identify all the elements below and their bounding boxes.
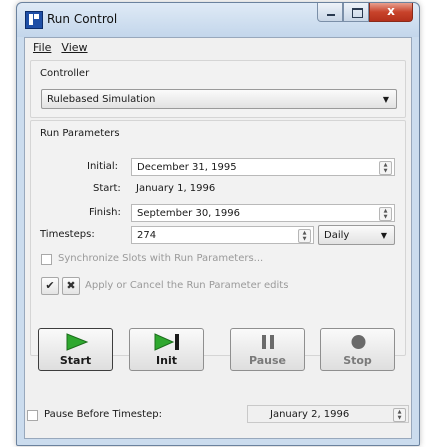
start-value: January 1, 1996: [136, 183, 216, 194]
maximize-button[interactable]: [343, 3, 369, 22]
run-parameters-group: Run Parameters Initial: December 31, 199…: [30, 120, 406, 356]
play-icon: [66, 333, 89, 351]
controller-label: Controller: [40, 68, 90, 79]
timestep-unit-select[interactable]: Daily ▼: [318, 225, 395, 245]
timesteps-spinner[interactable]: ▲ ▼: [298, 229, 311, 243]
cancel-edits-button[interactable]: ✖: [62, 277, 80, 295]
menu-view[interactable]: View: [57, 38, 93, 58]
start-button[interactable]: Start: [38, 328, 113, 371]
check-icon: ✔: [45, 279, 55, 292]
pause-before-checkbox[interactable]: [27, 410, 38, 421]
minimize-button[interactable]: [317, 3, 343, 22]
sync-slots-label: Synchronize Slots with Run Parameters...: [58, 253, 264, 264]
timesteps-label: Timesteps:: [40, 229, 95, 240]
caption-buttons: x: [317, 3, 413, 23]
app-icon: [25, 11, 43, 29]
pause-button[interactable]: Pause: [230, 328, 305, 371]
close-button[interactable]: x: [369, 3, 413, 22]
step-icon: [154, 333, 179, 351]
timesteps-value: 274: [137, 230, 157, 241]
timesteps-field[interactable]: 274 ▲ ▼: [131, 226, 314, 244]
init-button-label: Init: [156, 354, 177, 367]
menu-bar: File View: [25, 38, 411, 58]
pause-before-value: January 2, 1996: [270, 409, 350, 420]
sync-slots-checkbox[interactable]: [41, 254, 52, 265]
cancel-x-icon: ✖: [66, 279, 76, 292]
menu-view-label: View: [61, 41, 88, 54]
initial-label: Initial:: [87, 161, 119, 172]
apply-cancel-label: Apply or Cancel the Run Parameter edits: [85, 280, 289, 291]
pause-before-field[interactable]: January 2, 1996 ▲ ▼: [247, 405, 409, 423]
finish-spinner[interactable]: ▲ ▼: [379, 207, 392, 221]
window-title: Run Control: [47, 12, 118, 26]
finish-field[interactable]: September 30, 1996 ▲ ▼: [131, 204, 395, 222]
finish-value: September 30, 1996: [137, 208, 240, 219]
stop-icon: [351, 335, 366, 349]
pause-before-label: Pause Before Timestep:: [44, 409, 162, 420]
initial-value: December 31, 1995: [137, 162, 237, 173]
stop-button-label: Stop: [343, 354, 372, 367]
pause-icon: [262, 335, 274, 349]
client-area: File View Controller Rulebased Simulatio…: [24, 37, 412, 439]
chevron-down-icon: ▼: [382, 95, 389, 104]
run-control-window: Run Control x File View Controller Ruleb…: [16, 2, 420, 446]
menu-file[interactable]: File: [29, 38, 57, 58]
initial-field[interactable]: December 31, 1995 ▲ ▼: [131, 158, 395, 176]
pause-button-label: Pause: [248, 354, 287, 367]
chevron-down-icon: ▼: [380, 231, 387, 240]
menu-file-label: File: [33, 41, 52, 54]
timestep-unit-value: Daily: [324, 230, 350, 241]
run-parameters-label: Run Parameters: [40, 128, 120, 139]
init-button[interactable]: Init: [129, 328, 204, 371]
pause-before-spinner[interactable]: ▲ ▼: [393, 408, 406, 422]
start-label: Start:: [93, 183, 121, 194]
controller-group: Controller Rulebased Simulation ▼: [30, 60, 406, 118]
start-button-label: Start: [59, 354, 92, 367]
apply-button[interactable]: ✔: [41, 277, 59, 295]
controller-select[interactable]: Rulebased Simulation ▼: [41, 89, 397, 109]
controller-select-value: Rulebased Simulation: [47, 94, 156, 105]
initial-spinner[interactable]: ▲ ▼: [379, 161, 392, 175]
finish-label: Finish:: [89, 207, 121, 218]
stop-button[interactable]: Stop: [320, 328, 395, 371]
title-bar[interactable]: Run Control x: [17, 3, 419, 37]
